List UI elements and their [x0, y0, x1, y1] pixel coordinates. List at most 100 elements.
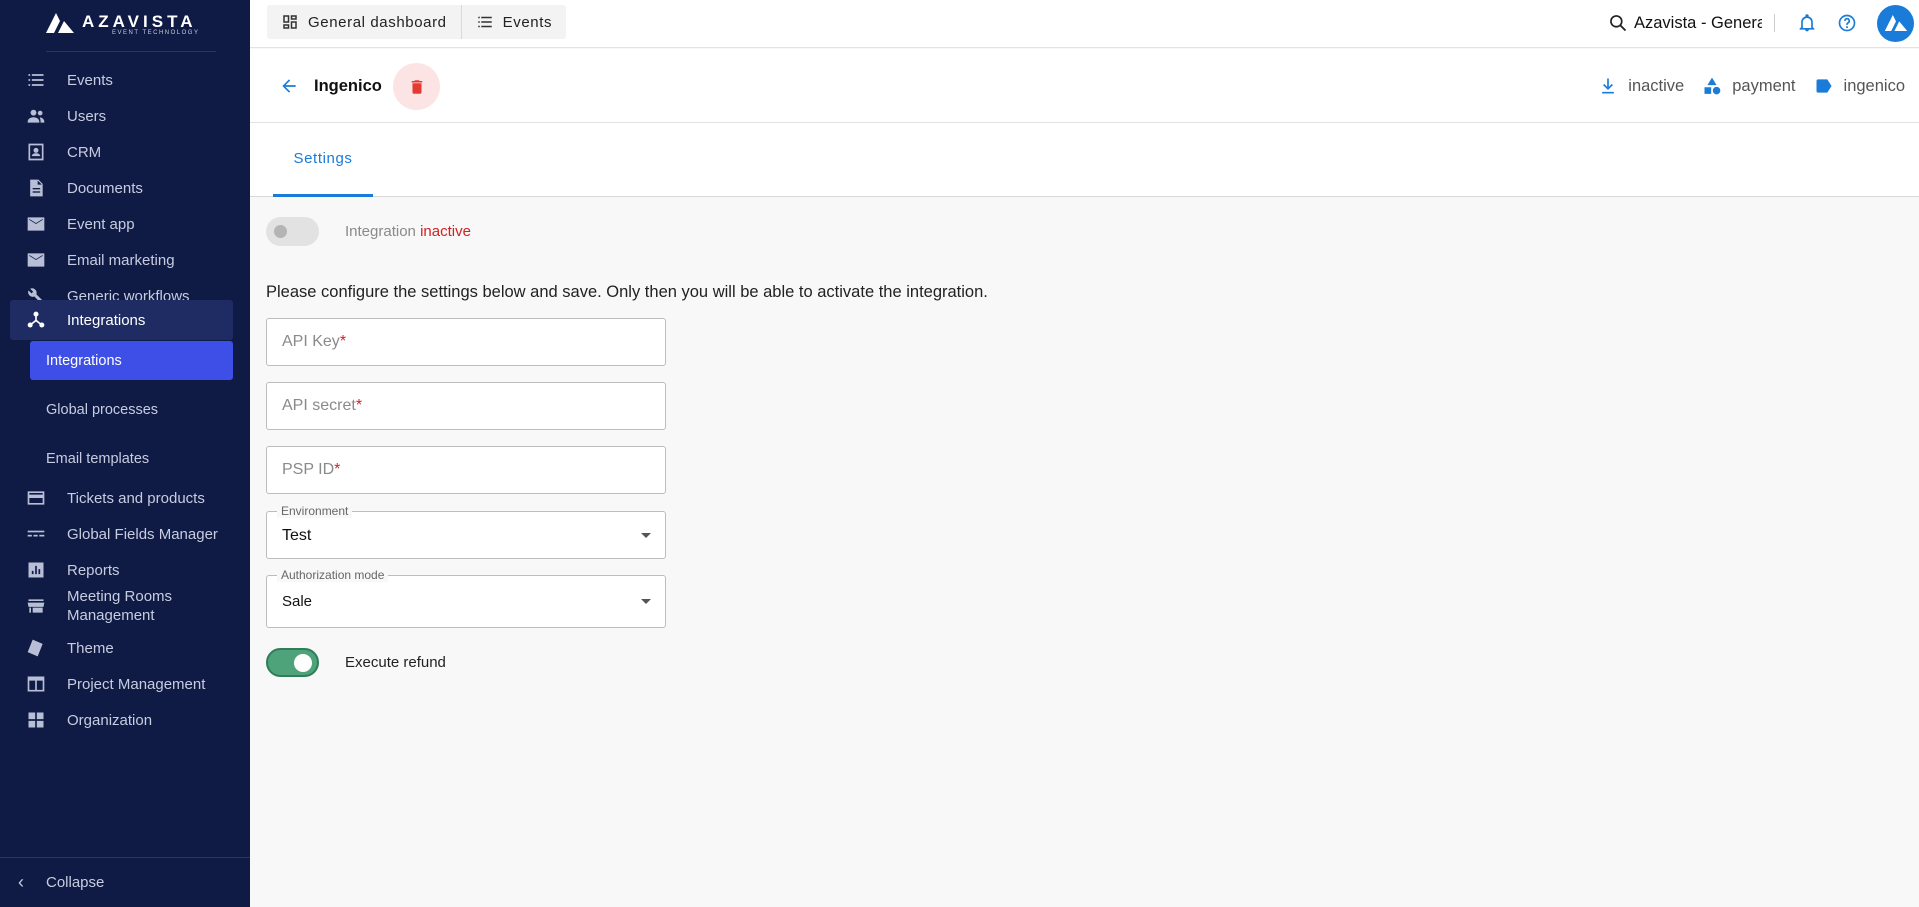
- integration-header: Ingenico inactive payment ingenico: [250, 49, 1919, 123]
- tab-events[interactable]: Events: [460, 5, 566, 39]
- list-icon: [26, 70, 46, 90]
- tab-settings[interactable]: Settings: [273, 123, 373, 197]
- authorization-mode-value: Sale: [282, 593, 313, 610]
- tab-label: Settings: [293, 150, 353, 167]
- tag-badge-label: ingenico: [1843, 76, 1905, 95]
- azavista-logo-icon: [46, 13, 74, 33]
- organization-search[interactable]: Azavista - General: [1608, 13, 1762, 33]
- sidebar-item-label: Global Fields Manager: [67, 525, 218, 543]
- sidebar-subitem-global-processes[interactable]: Global processes: [30, 390, 233, 429]
- sidebar-subitem-label: Integrations: [46, 352, 122, 369]
- help-icon[interactable]: [1837, 13, 1857, 33]
- layout-icon: [26, 674, 46, 694]
- sidebar-item-label: Organization: [67, 711, 153, 729]
- sidebar-item-documents[interactable]: Documents: [10, 168, 233, 208]
- integration-state: inactive: [420, 223, 471, 240]
- api-key-input[interactable]: API Key*: [266, 318, 666, 366]
- sidebar-item-label: Project Management: [67, 675, 206, 693]
- sidebar-item-events[interactable]: Events: [10, 60, 233, 100]
- sidebar-item-email-marketing[interactable]: Email marketing: [10, 240, 233, 280]
- sidebar-subitem-label: Global processes: [46, 401, 159, 418]
- integration-active-toggle[interactable]: [266, 217, 319, 246]
- sidebar-item-tickets-and-products[interactable]: Tickets and products: [10, 478, 233, 518]
- sidebar-item-label: CRM: [67, 143, 102, 161]
- sidebar-item-label: Users: [67, 107, 107, 125]
- dashboard-icon: [283, 15, 297, 29]
- collapse-button[interactable]: ‹ Collapse: [0, 857, 250, 907]
- users-icon: [26, 106, 46, 126]
- sidebar-item-label: Events: [67, 71, 113, 89]
- organization-name: Azavista - General: [1634, 13, 1762, 32]
- execute-refund-toggle[interactable]: [266, 648, 319, 677]
- sidebar-item-label: Documents: [67, 179, 143, 197]
- settings-tabs: Settings: [250, 123, 1919, 197]
- authorization-mode-select[interactable]: Authorization mode Sale: [266, 568, 666, 628]
- status-badge: inactive: [1598, 76, 1684, 96]
- category-icon: [1704, 77, 1721, 95]
- caret-down-icon: [641, 533, 651, 538]
- azavista-logo-icon: [1884, 15, 1907, 31]
- list-icon: [477, 16, 492, 28]
- azavista-logo[interactable]: AZAVISTA EVENT TECHNOLOGY: [46, 10, 201, 38]
- placeholder-text: API secret: [282, 397, 356, 414]
- sidebar-item-label: Meeting Rooms Management: [67, 588, 173, 624]
- sidebar-subitem-label: Email templates: [46, 450, 150, 467]
- category-badge-label: payment: [1732, 76, 1796, 95]
- sidebar-item-integrations[interactable]: Integrations: [10, 300, 233, 340]
- sidebar-subitem-integrations[interactable]: Integrations: [30, 341, 233, 380]
- api-secret-input[interactable]: API secret*: [266, 382, 666, 430]
- back-arrow-icon[interactable]: [279, 76, 299, 96]
- theme-icon: [26, 638, 46, 658]
- environment-label: Environment: [277, 504, 353, 518]
- tag-badge: ingenico: [1814, 76, 1905, 96]
- grid-icon: [26, 710, 46, 730]
- hub-icon: [26, 310, 46, 330]
- status-badge-label: inactive: [1628, 76, 1685, 95]
- api-key-placeholder: API Key*: [282, 333, 346, 351]
- sidebar-item-event-app[interactable]: Event app: [10, 204, 233, 244]
- sidebar-item-organization[interactable]: Organization: [10, 700, 233, 740]
- placeholder-text: PSP ID: [282, 461, 335, 478]
- tab-label: General dashboard: [308, 13, 447, 31]
- avatar[interactable]: [1877, 4, 1914, 42]
- bell-icon[interactable]: [1797, 13, 1817, 33]
- tab-general-dashboard[interactable]: General dashboard: [267, 5, 461, 39]
- sidebar-item-meeting-rooms-management[interactable]: Meeting Rooms Management: [10, 582, 233, 630]
- sidebar-item-label: Integrations: [67, 311, 146, 329]
- psp-id-input[interactable]: PSP ID*: [266, 446, 666, 494]
- delete-button[interactable]: [393, 63, 440, 110]
- top-tabs: General dashboard Events: [267, 5, 567, 39]
- environment-select[interactable]: Environment Test: [266, 504, 666, 559]
- divider: [1774, 14, 1775, 32]
- brand-name: AZAVISTA: [82, 12, 197, 31]
- placeholder-text: API Key: [282, 333, 340, 350]
- required-marker: *: [339, 333, 347, 350]
- authorization-mode-label: Authorization mode: [277, 568, 389, 582]
- sidebar-item-project-management[interactable]: Project Management: [10, 664, 233, 704]
- mail-icon: [26, 250, 46, 270]
- logo-divider: [46, 51, 216, 52]
- sidebar-item-theme[interactable]: Theme: [10, 628, 233, 668]
- trash-icon: [411, 79, 422, 94]
- integration-badges: inactive payment ingenico: [1580, 76, 1905, 96]
- caret-down-icon: [641, 599, 651, 604]
- sidebar: AZAVISTA EVENT TECHNOLOGY Events Users C…: [0, 0, 250, 907]
- environment-value: Test: [282, 527, 312, 544]
- sidebar-subitem-email-templates[interactable]: Email templates: [30, 439, 233, 478]
- top-bar: General dashboard Events Azavista - Gene…: [250, 0, 1919, 48]
- chevron-left-icon: ‹: [18, 872, 24, 892]
- toggle-knob: [274, 225, 287, 238]
- api-secret-placeholder: API secret*: [282, 397, 362, 415]
- mail-icon: [26, 214, 46, 234]
- brand-tagline: EVENT TECHNOLOGY: [112, 30, 200, 36]
- sidebar-item-crm[interactable]: CRM: [10, 132, 233, 172]
- integration-toggle-row: Integration inactive: [266, 217, 471, 246]
- sidebar-item-global-fields-manager[interactable]: Global Fields Manager: [10, 514, 233, 554]
- document-icon: [26, 178, 46, 198]
- required-marker: *: [355, 397, 363, 414]
- execute-refund-label: Execute refund: [345, 654, 446, 671]
- fields-icon: [26, 524, 46, 544]
- sidebar-item-label: Reports: [67, 561, 120, 579]
- page-title: Ingenico: [314, 77, 382, 95]
- sidebar-item-users[interactable]: Users: [10, 96, 233, 136]
